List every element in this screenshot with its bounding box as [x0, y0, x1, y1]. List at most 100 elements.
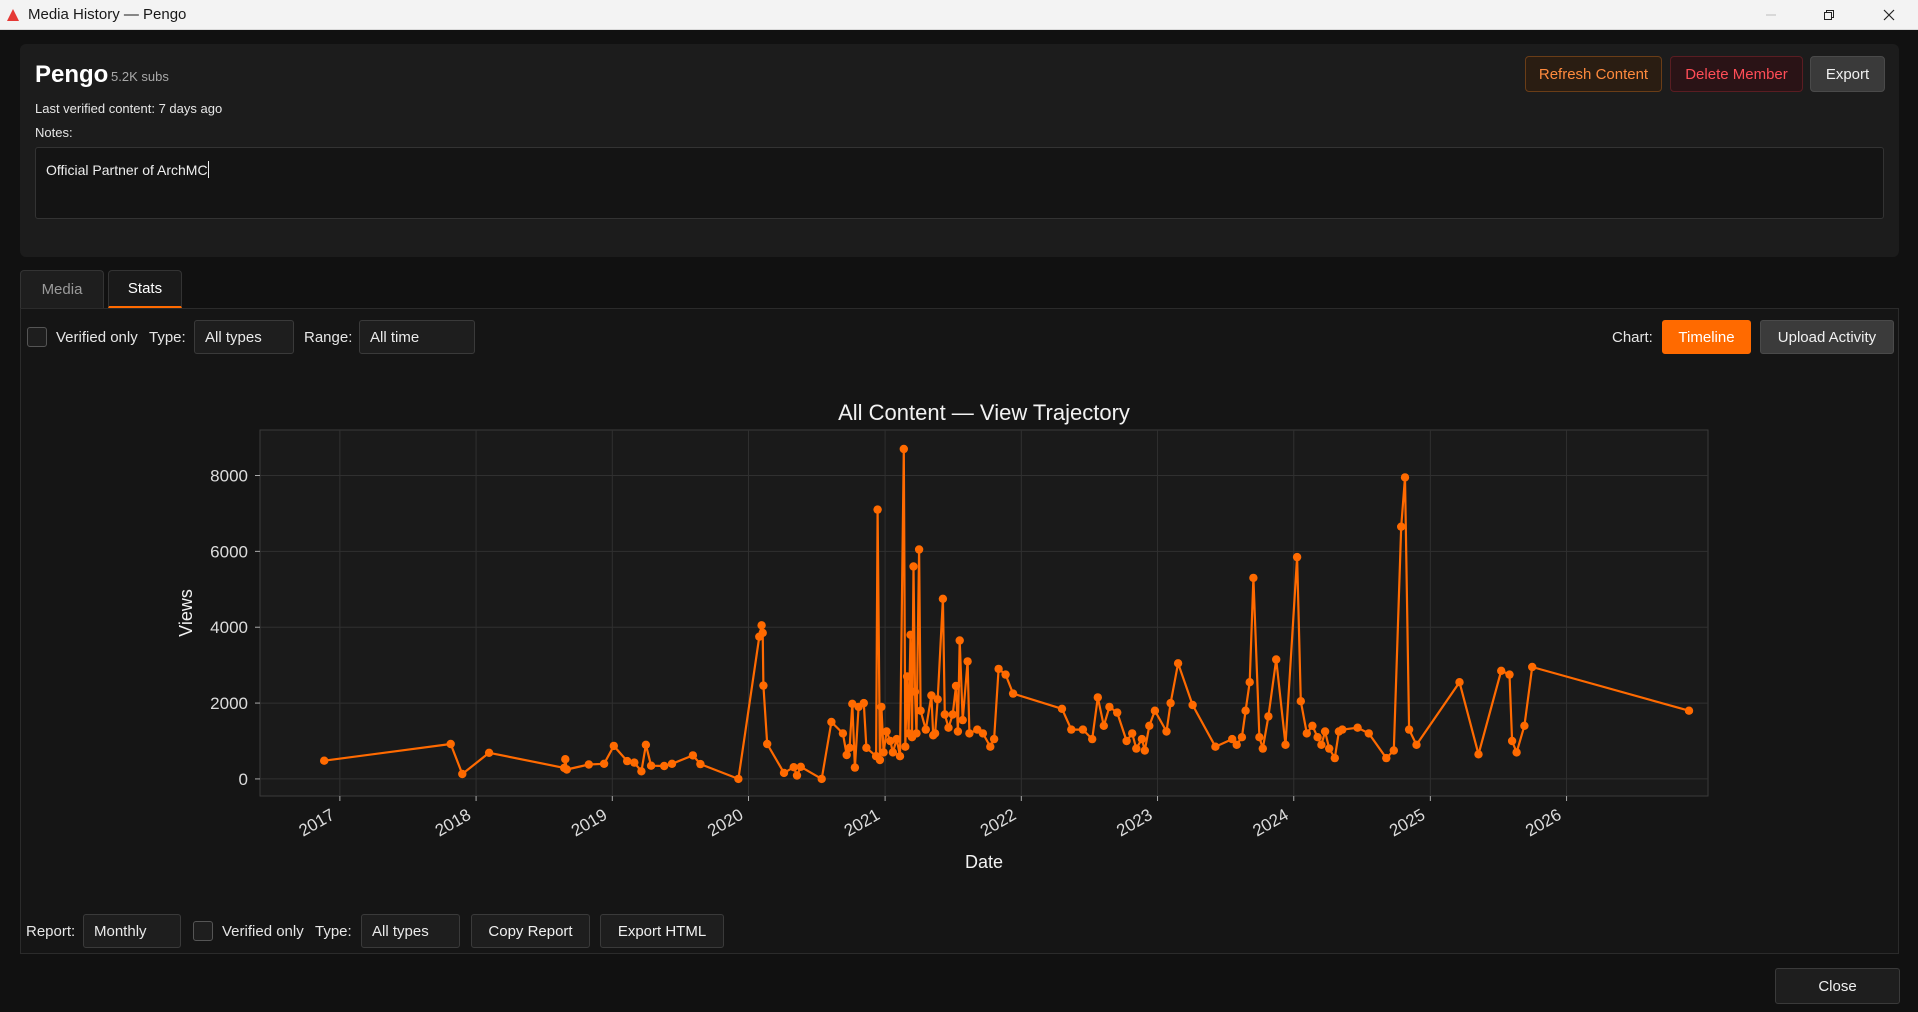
x-tick-label: 2019	[568, 805, 610, 840]
data-point	[850, 763, 860, 772]
data-point	[599, 759, 609, 768]
data-point	[484, 748, 494, 757]
data-point	[1137, 734, 1147, 744]
last-verified-text: Last verified content: 7 days ago	[35, 101, 223, 116]
data-point	[888, 748, 898, 757]
close-button[interactable]: Close	[1775, 968, 1900, 1004]
y-tick-label: 2000	[210, 694, 248, 713]
data-point	[1232, 740, 1241, 749]
data-point	[446, 739, 455, 749]
data-point	[948, 710, 957, 719]
data-point	[1211, 742, 1220, 751]
data-point	[696, 759, 705, 769]
y-axis-label: Views	[176, 589, 196, 637]
data-point	[965, 729, 974, 738]
data-point	[989, 734, 999, 744]
data-point	[1338, 725, 1347, 734]
data-point	[1145, 721, 1154, 730]
data-point	[1400, 473, 1410, 482]
data-point	[623, 756, 632, 766]
data-point	[1105, 702, 1114, 712]
data-point	[1241, 706, 1250, 715]
title-bar: Media History — Pengo	[0, 0, 1918, 30]
app-icon	[7, 8, 19, 21]
notes-input[interactable]: Official Partner of ArchMC	[35, 147, 1884, 219]
data-point	[845, 743, 854, 752]
export-html-button[interactable]: Export HTML	[600, 914, 724, 948]
data-point	[916, 706, 925, 715]
minimize-icon[interactable]	[1742, 0, 1800, 29]
data-point	[827, 717, 836, 727]
x-tick-label: 2018	[432, 805, 474, 840]
report-verified-only-label: Verified only	[222, 923, 304, 940]
restore-icon[interactable]	[1800, 0, 1858, 29]
data-point	[1684, 706, 1694, 715]
data-point	[1313, 733, 1322, 742]
data-point	[1330, 753, 1340, 763]
data-point	[909, 562, 918, 571]
data-point	[796, 762, 805, 771]
data-point	[1162, 727, 1171, 736]
data-point	[1099, 721, 1109, 730]
data-point	[1353, 723, 1362, 732]
y-tick-label: 4000	[210, 618, 248, 637]
data-point	[930, 729, 940, 738]
data-point	[660, 761, 669, 771]
report-verified-only-checkbox[interactable]	[193, 921, 213, 941]
view-trajectory-chart: 0 2000 4000 6000 8000 2017 2018 2019 2020 2021 202…	[176, 400, 1709, 869]
data-point	[951, 681, 961, 691]
refresh-content-button[interactable]: Refresh Content	[1525, 56, 1662, 92]
data-point	[688, 751, 698, 760]
report-frequency-select[interactable]: Monthly	[83, 914, 181, 948]
data-point	[921, 725, 930, 734]
data-point	[912, 729, 921, 738]
data-point	[562, 765, 571, 774]
export-button[interactable]: Export	[1810, 56, 1885, 92]
data-point	[838, 729, 848, 738]
data-point	[1140, 746, 1150, 755]
data-point	[902, 672, 912, 681]
data-point	[1245, 678, 1254, 687]
x-tick-label: 2021	[841, 805, 883, 840]
report-type-select[interactable]: All types	[361, 914, 460, 948]
data-point	[1325, 744, 1334, 753]
data-point	[646, 761, 656, 770]
chart-plot-area	[259, 429, 1709, 797]
data-point	[641, 740, 651, 749]
data-point	[944, 723, 953, 732]
data-point	[1397, 522, 1406, 531]
data-point	[1302, 729, 1312, 738]
data-point	[1455, 678, 1464, 687]
member-header-panel: Pengo 5.2K subs Last verified content: 7…	[20, 44, 1899, 257]
data-point	[1296, 697, 1306, 706]
x-tick-label: 2023	[1113, 805, 1155, 840]
data-point	[1404, 725, 1414, 734]
data-point	[1128, 729, 1137, 738]
data-point	[817, 774, 826, 784]
data-point	[1188, 700, 1197, 710]
window-title: Media History — Pengo	[28, 6, 187, 23]
x-tick-label: 2022	[977, 805, 1019, 840]
data-point	[1249, 573, 1258, 583]
data-point	[1364, 729, 1374, 738]
copy-report-button[interactable]: Copy Report	[471, 914, 590, 948]
data-point	[1389, 746, 1399, 755]
delete-member-button[interactable]: Delete Member	[1670, 56, 1803, 92]
data-point	[1173, 659, 1183, 668]
data-point	[1382, 753, 1391, 763]
data-point	[1150, 706, 1160, 715]
close-icon[interactable]	[1860, 0, 1918, 29]
data-point	[1272, 655, 1281, 664]
data-point	[910, 687, 920, 696]
chart-title: All Content — View Trajectory	[838, 400, 1130, 425]
stats-panel: Verified only Type: All types Range: All…	[20, 308, 1899, 954]
x-tick-label: 2024	[1249, 805, 1291, 840]
data-point	[1067, 725, 1076, 734]
y-tick-label: 6000	[210, 542, 248, 561]
data-point	[584, 760, 593, 769]
data-point	[882, 727, 891, 736]
x-tick-label: 2020	[704, 805, 746, 840]
tab-stats[interactable]: Stats	[108, 270, 182, 308]
tab-media[interactable]: Media	[20, 270, 104, 308]
data-point	[1308, 721, 1317, 730]
